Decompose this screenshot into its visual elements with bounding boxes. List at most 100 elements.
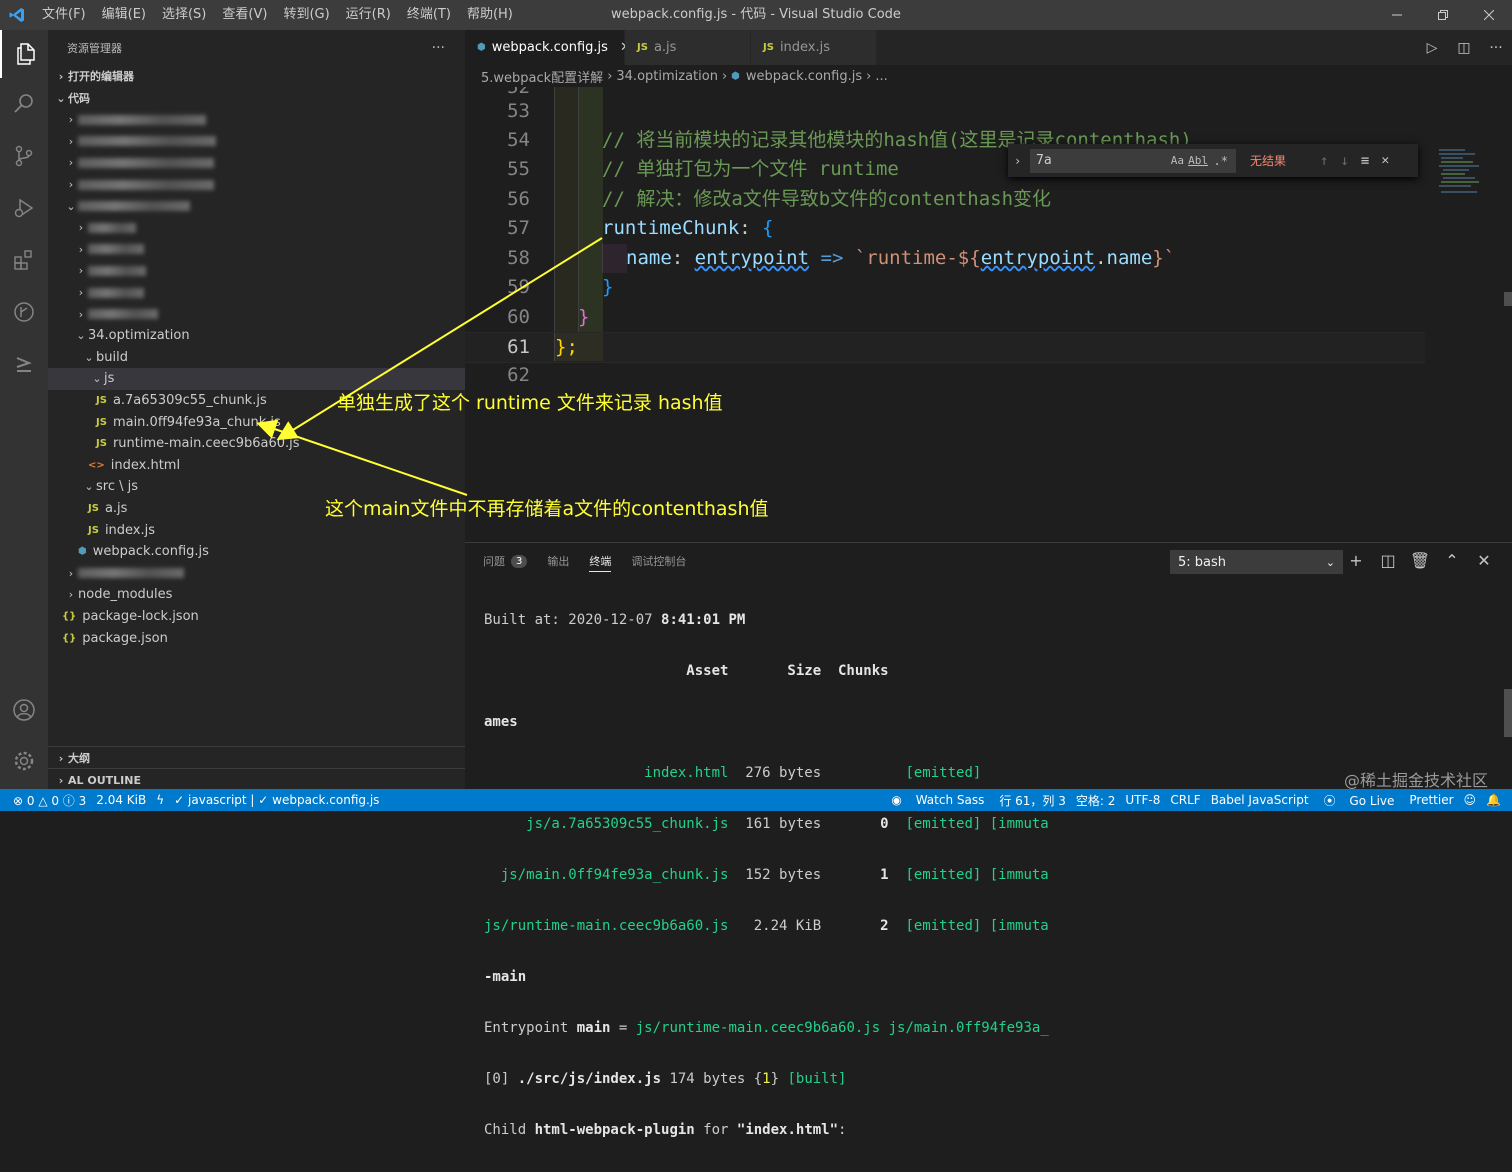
- close-window-button[interactable]: [1466, 0, 1512, 30]
- find-input[interactable]: 7a Aa Abl .*: [1030, 148, 1236, 173]
- run-debug-icon[interactable]: [0, 184, 48, 232]
- menu-help[interactable]: 帮助(H): [459, 0, 521, 30]
- menu-file[interactable]: 文件(F): [34, 0, 94, 30]
- maximize-panel-icon[interactable]: ⌃: [1436, 551, 1468, 570]
- tree-item-blurred[interactable]: ›: [48, 239, 465, 261]
- tree-file-package-lock[interactable]: {} package-lock.json: [48, 606, 465, 628]
- more-actions-icon[interactable]: ···: [432, 40, 445, 56]
- minimize-button[interactable]: [1374, 0, 1420, 30]
- tab-problems[interactable]: 问题 3: [483, 543, 528, 579]
- prettier-status[interactable]: Prettier: [1404, 793, 1458, 807]
- trash-icon[interactable]: 🗑: [1404, 551, 1436, 570]
- menu-edit[interactable]: 编辑(E): [94, 0, 154, 30]
- tree-file-index-html[interactable]: <> index.html: [48, 455, 465, 477]
- tab-terminal[interactable]: 终端: [589, 551, 612, 572]
- extensions-icon[interactable]: [0, 236, 48, 284]
- terminal-text: Built at: 2020-12-07: [484, 612, 662, 628]
- encoding-status[interactable]: UTF-8: [1120, 793, 1165, 807]
- menu-view[interactable]: 查看(V): [214, 0, 275, 30]
- tree-folder-optimization[interactable]: ⌄ 34.optimization: [48, 325, 465, 347]
- tree-item-blurred[interactable]: ›: [48, 174, 465, 196]
- next-match-icon[interactable]: ↓: [1340, 153, 1348, 169]
- minimap[interactable]: [1435, 144, 1495, 224]
- tab-output[interactable]: 输出: [547, 543, 569, 579]
- breadcrumb-item[interactable]: 5.webpack配置详解: [481, 67, 603, 86]
- close-find-icon[interactable]: ✕: [1381, 153, 1389, 168]
- problems-status[interactable]: ⊗ 0 △ 0 ⓘ 3: [8, 792, 91, 809]
- match-case-icon[interactable]: Aa: [1171, 154, 1184, 167]
- line-number: 56: [507, 188, 530, 210]
- terminal-text: [emitted] [immuta: [888, 918, 1049, 934]
- folder-section[interactable]: ⌄ 代码: [48, 87, 465, 109]
- al-outline-section[interactable]: › AL OUTLINE: [48, 768, 465, 791]
- tree-label: package-lock.json: [82, 608, 199, 624]
- tree-item-blurred[interactable]: ›: [48, 260, 465, 282]
- watch-sass-button[interactable]: ◉ Watch Sass: [881, 793, 994, 807]
- editor-scrollbar[interactable]: [1504, 292, 1512, 306]
- tree-file-package-json[interactable]: {} package.json: [48, 627, 465, 649]
- new-terminal-icon[interactable]: +: [1340, 551, 1372, 570]
- tree-folder-js[interactable]: ⌄ js: [48, 368, 465, 390]
- tree-item-blurred[interactable]: ›: [48, 282, 465, 304]
- tab-index-js[interactable]: JS index.js: [751, 30, 877, 65]
- tab-a-js[interactable]: JS a.js: [625, 30, 751, 65]
- tree-label: src \ js: [96, 479, 139, 495]
- explorer-icon[interactable]: [0, 30, 50, 78]
- feedback-icon[interactable]: ☺: [1459, 793, 1482, 807]
- breadcrumb-item[interactable]: webpack.config.js: [746, 69, 862, 84]
- timeline-icon[interactable]: [0, 288, 48, 336]
- tree-folder-node-modules[interactable]: › node_modules: [48, 584, 465, 606]
- terminal-output[interactable]: Built at: 2020-12-07 8:41:01 PM Asset Si…: [484, 579, 1049, 1172]
- settings-gear-icon[interactable]: [0, 737, 48, 785]
- title-bar: 文件(F) 编辑(E) 选择(S) 查看(V) 转到(G) 运行(R) 终端(T…: [0, 0, 1512, 30]
- tree-item-blurred[interactable]: ›: [48, 303, 465, 325]
- go-live-button[interactable]: ⦿ Go Live: [1314, 792, 1405, 809]
- tree-file-runtime-main[interactable]: JS runtime-main.ceec9b6a60.js: [48, 433, 465, 455]
- search-icon[interactable]: [0, 80, 48, 128]
- eslint-status[interactable]: ✓ javascript | ✓ webpack.config.js: [169, 793, 384, 807]
- code-editor[interactable]: 52 53 54// 将当前模块的记录其他模块的hash值(这里是记录conte…: [465, 87, 1512, 542]
- tree-file-webpack-config[interactable]: ⬢ webpack.config.js: [48, 541, 465, 563]
- eol-status[interactable]: CRLF: [1165, 793, 1205, 807]
- menu-go[interactable]: 转到(G): [275, 0, 337, 30]
- open-editors-section[interactable]: › 打开的编辑器: [48, 65, 465, 87]
- tree-item-blurred[interactable]: ›: [48, 562, 465, 584]
- menu-selection[interactable]: 选择(S): [154, 0, 214, 30]
- deploy-icon[interactable]: [0, 340, 48, 388]
- breadcrumb-item[interactable]: 34.optimization: [616, 69, 718, 84]
- menu-terminal[interactable]: 终端(T): [399, 0, 459, 30]
- split-terminal-icon[interactable]: ◫: [1372, 551, 1404, 570]
- cursor-position[interactable]: 行 61，列 3: [994, 792, 1071, 809]
- regex-icon[interactable]: .*: [1214, 154, 1228, 168]
- notifications-bell-icon[interactable]: 🔔: [1481, 793, 1506, 807]
- lightning-icon[interactable]: ϟ: [151, 793, 169, 807]
- previous-match-icon[interactable]: ↑: [1320, 153, 1328, 169]
- breadcrumb-item[interactable]: ...: [875, 69, 887, 84]
- outline-section[interactable]: › 大纲: [48, 746, 465, 769]
- source-control-icon[interactable]: [0, 132, 48, 180]
- more-actions-icon[interactable]: ···: [1480, 40, 1512, 56]
- toggle-replace-icon[interactable]: ›: [1014, 154, 1021, 168]
- run-icon[interactable]: ▷: [1416, 40, 1448, 56]
- webpack-file-icon: ⬢: [78, 546, 87, 558]
- tab-debug-console[interactable]: 调试控制台: [631, 543, 686, 579]
- find-in-selection-icon[interactable]: ≡: [1361, 153, 1369, 169]
- match-word-icon[interactable]: Abl: [1188, 154, 1208, 167]
- close-panel-icon[interactable]: ✕: [1468, 551, 1500, 570]
- terminal-select[interactable]: 5: bash ⌄: [1170, 550, 1343, 574]
- tree-item-blurred[interactable]: ⌄: [48, 195, 465, 217]
- tree-item-blurred[interactable]: ›: [48, 217, 465, 239]
- tree-folder-build[interactable]: ⌄ build: [48, 347, 465, 369]
- language-mode[interactable]: Babel JavaScript: [1206, 793, 1314, 807]
- split-editor-icon[interactable]: ◫: [1448, 40, 1480, 56]
- menu-run[interactable]: 运行(R): [338, 0, 399, 30]
- tree-file-index-js[interactable]: JS index.js: [48, 519, 465, 541]
- account-icon[interactable]: [0, 686, 48, 734]
- tree-item-blurred[interactable]: ›: [48, 131, 465, 153]
- terminal-scrollbar[interactable]: [1504, 689, 1512, 737]
- restore-button[interactable]: [1420, 0, 1466, 30]
- indentation-status[interactable]: 空格: 2: [1071, 792, 1121, 809]
- tree-item-blurred[interactable]: ›: [48, 109, 465, 131]
- tab-webpack-config[interactable]: ⬢ webpack.config.js ✕: [465, 30, 631, 65]
- tree-item-blurred[interactable]: ›: [48, 152, 465, 174]
